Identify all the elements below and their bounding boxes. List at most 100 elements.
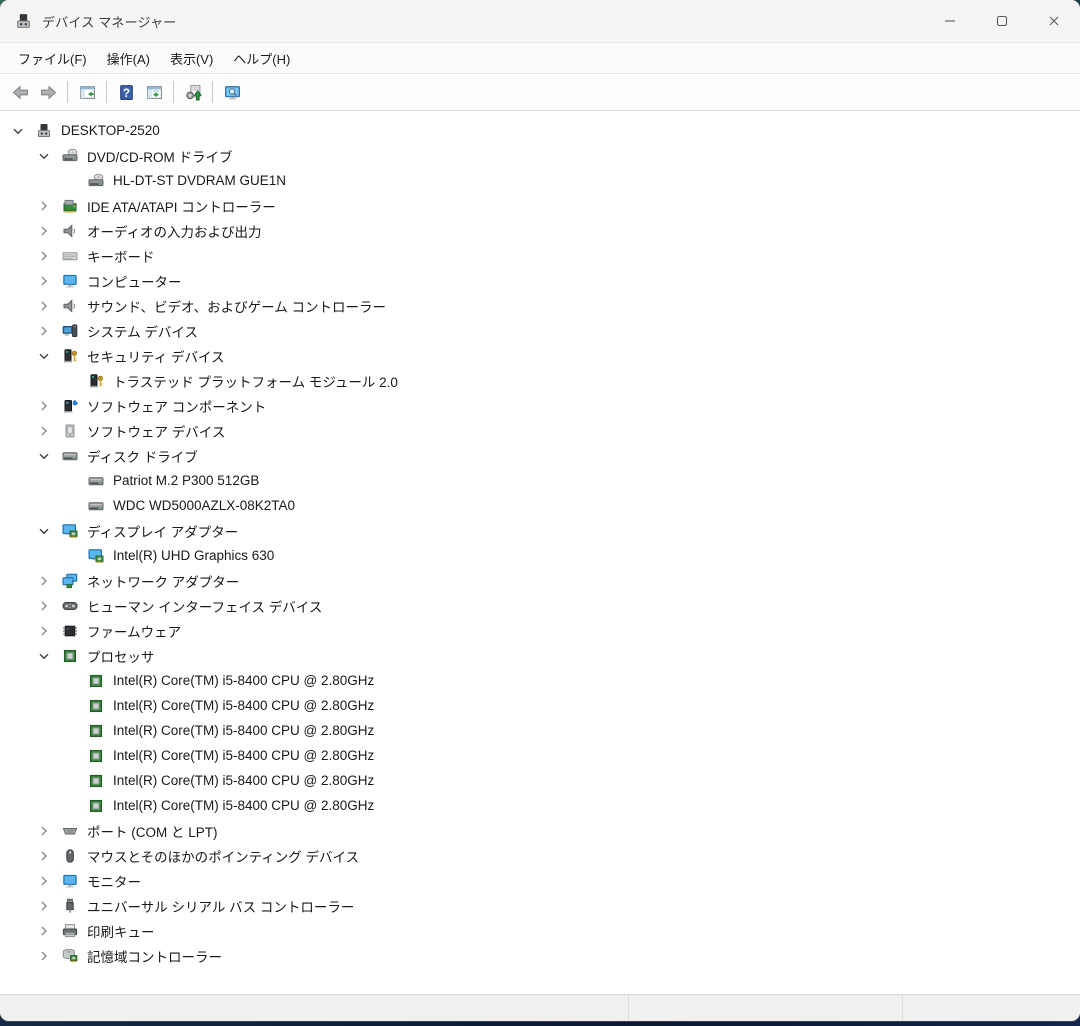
toolbar-separator <box>212 81 213 103</box>
chevron-right-icon[interactable] <box>36 823 52 839</box>
toolbar-back-button[interactable] <box>6 78 34 106</box>
chevron-right-icon[interactable] <box>36 848 52 864</box>
processor-icon <box>88 673 104 689</box>
chevron-right-icon[interactable] <box>36 573 52 589</box>
toolbar-show-console-tree-button[interactable] <box>73 78 101 106</box>
tree-item[interactable]: 記憶域コントローラー <box>0 943 1080 968</box>
chevron-right-icon[interactable] <box>36 423 52 439</box>
chevron-right-icon[interactable] <box>36 398 52 414</box>
tree-item-label: ファームウェア <box>87 624 182 640</box>
chevron-right-icon[interactable] <box>36 623 52 639</box>
tree-item[interactable]: 印刷キュー <box>0 918 1080 943</box>
tree-item[interactable]: WDC WD5000AZLX-08K2TA0 <box>0 493 1080 518</box>
chevron-right-icon[interactable] <box>36 223 52 239</box>
tree-item[interactable]: ユニバーサル シリアル バス コントローラー <box>0 893 1080 918</box>
toolbar-search-devices-button[interactable] <box>218 78 246 106</box>
arrow-right-icon <box>40 84 57 101</box>
dvd-drive-icon <box>62 148 78 164</box>
chevron-right-icon[interactable] <box>36 298 52 314</box>
tree-item[interactable]: Intel(R) Core(TM) i5-8400 CPU @ 2.80GHz <box>0 718 1080 743</box>
chevron-right-icon[interactable] <box>36 898 52 914</box>
tree-item[interactable]: プロセッサ <box>0 643 1080 668</box>
chevron-down-icon[interactable] <box>36 523 52 539</box>
tree-item[interactable]: システム デバイス <box>0 318 1080 343</box>
tree-item[interactable]: ファームウェア <box>0 618 1080 643</box>
chevron-right-icon[interactable] <box>36 923 52 939</box>
tree-item[interactable]: ポート (COM と LPT) <box>0 818 1080 843</box>
toolbar-properties-button[interactable] <box>140 78 168 106</box>
tree-item[interactable]: Intel(R) UHD Graphics 630 <box>0 543 1080 568</box>
tree-item-label: オーディオの入力および出力 <box>87 224 262 240</box>
tree-item[interactable]: IDE ATA/ATAPI コントローラー <box>0 193 1080 218</box>
tree-item[interactable]: キーボード <box>0 243 1080 268</box>
status-bar <box>0 994 1080 1021</box>
tree-item[interactable]: Intel(R) Core(TM) i5-8400 CPU @ 2.80GHz <box>0 793 1080 818</box>
window-title: デバイス マネージャー <box>42 14 177 30</box>
chevron-down-icon[interactable] <box>10 123 26 139</box>
chevron-right-icon[interactable] <box>36 323 52 339</box>
processor-icon <box>88 798 104 814</box>
tree-item-label: Intel(R) Core(TM) i5-8400 CPU @ 2.80GHz <box>113 698 375 713</box>
tree-item[interactable]: モニター <box>0 868 1080 893</box>
tree-item[interactable]: Intel(R) Core(TM) i5-8400 CPU @ 2.80GHz <box>0 768 1080 793</box>
device-manager-app-icon <box>15 13 32 30</box>
tree-item-label: Intel(R) Core(TM) i5-8400 CPU @ 2.80GHz <box>113 773 375 788</box>
tree-item[interactable]: DVD/CD-ROM ドライブ <box>0 143 1080 168</box>
tree-item[interactable]: ネットワーク アダプター <box>0 568 1080 593</box>
close-button[interactable] <box>1028 0 1080 42</box>
chevron-down-icon[interactable] <box>36 148 52 164</box>
chevron-right-icon[interactable] <box>36 248 52 264</box>
maximize-button[interactable] <box>976 0 1028 42</box>
tree-item[interactable]: サウンド、ビデオ、およびゲーム コントローラー <box>0 293 1080 318</box>
software-component-icon <box>62 398 78 414</box>
tree-item-label: DVD/CD-ROM ドライブ <box>87 149 233 165</box>
chevron-down-icon[interactable] <box>36 348 52 364</box>
toolbar-scan-hardware-changes-button[interactable] <box>179 78 207 106</box>
chevron-right-icon[interactable] <box>36 273 52 289</box>
tree-item[interactable]: トラステッド プラットフォーム モジュール 2.0 <box>0 368 1080 393</box>
minimize-button[interactable] <box>924 0 976 42</box>
dvd-drive-icon <box>88 173 104 189</box>
tree-item[interactable]: セキュリティ デバイス <box>0 343 1080 368</box>
chevron-right-icon[interactable] <box>36 598 52 614</box>
menu-action[interactable]: 操作(A) <box>97 45 160 72</box>
speaker-icon <box>62 223 78 239</box>
tree-item[interactable]: Intel(R) Core(TM) i5-8400 CPU @ 2.80GHz <box>0 693 1080 718</box>
tree-item-label: トラステッド プラットフォーム モジュール 2.0 <box>113 374 398 390</box>
toolbar-help-button[interactable]: ? <box>112 78 140 106</box>
tree-item[interactable]: オーディオの入力および出力 <box>0 218 1080 243</box>
chevron-right-icon[interactable] <box>36 873 52 889</box>
toolbar-separator <box>67 81 68 103</box>
serial-port-icon <box>62 823 78 839</box>
tree-item[interactable]: Intel(R) Core(TM) i5-8400 CPU @ 2.80GHz <box>0 668 1080 693</box>
toolbar-separator <box>106 81 107 103</box>
tree-item-label: ポート (COM と LPT) <box>87 824 218 840</box>
toolbar: ? <box>0 74 1080 111</box>
tree-item[interactable]: Patriot M.2 P300 512GB <box>0 468 1080 493</box>
menu-help[interactable]: ヘルプ(H) <box>223 45 300 72</box>
chevron-down-icon[interactable] <box>36 448 52 464</box>
processor-icon <box>88 723 104 739</box>
tree-item[interactable]: HL-DT-ST DVDRAM GUE1N <box>0 168 1080 193</box>
tree-item[interactable]: ディスプレイ アダプター <box>0 518 1080 543</box>
tree-item-label: セキュリティ デバイス <box>87 349 225 365</box>
tree-item[interactable]: ディスク ドライブ <box>0 443 1080 468</box>
chevron-down-icon[interactable] <box>36 648 52 664</box>
chevron-right-icon[interactable] <box>36 198 52 214</box>
toolbar-forward-button[interactable] <box>34 78 62 106</box>
status-pane <box>903 995 1080 1021</box>
tree-item-label: ディスプレイ アダプター <box>87 524 239 540</box>
tree-item[interactable]: マウスとそのほかのポインティング デバイス <box>0 843 1080 868</box>
tree-item[interactable]: ソフトウェア コンポーネント <box>0 393 1080 418</box>
tree-item[interactable]: ヒューマン インターフェイス デバイス <box>0 593 1080 618</box>
hid-device-icon <box>62 598 78 614</box>
tree-item[interactable]: コンピューター <box>0 268 1080 293</box>
menu-file[interactable]: ファイル(F) <box>8 45 97 72</box>
status-pane <box>629 995 903 1021</box>
tree-item[interactable]: DESKTOP-2520 <box>0 118 1080 143</box>
tree-item[interactable]: Intel(R) Core(TM) i5-8400 CPU @ 2.80GHz <box>0 743 1080 768</box>
tree-item[interactable]: ソフトウェア デバイス <box>0 418 1080 443</box>
menu-view[interactable]: 表示(V) <box>160 45 223 72</box>
chevron-right-icon[interactable] <box>36 948 52 964</box>
tree-item-label: ソフトウェア コンポーネント <box>87 399 267 415</box>
